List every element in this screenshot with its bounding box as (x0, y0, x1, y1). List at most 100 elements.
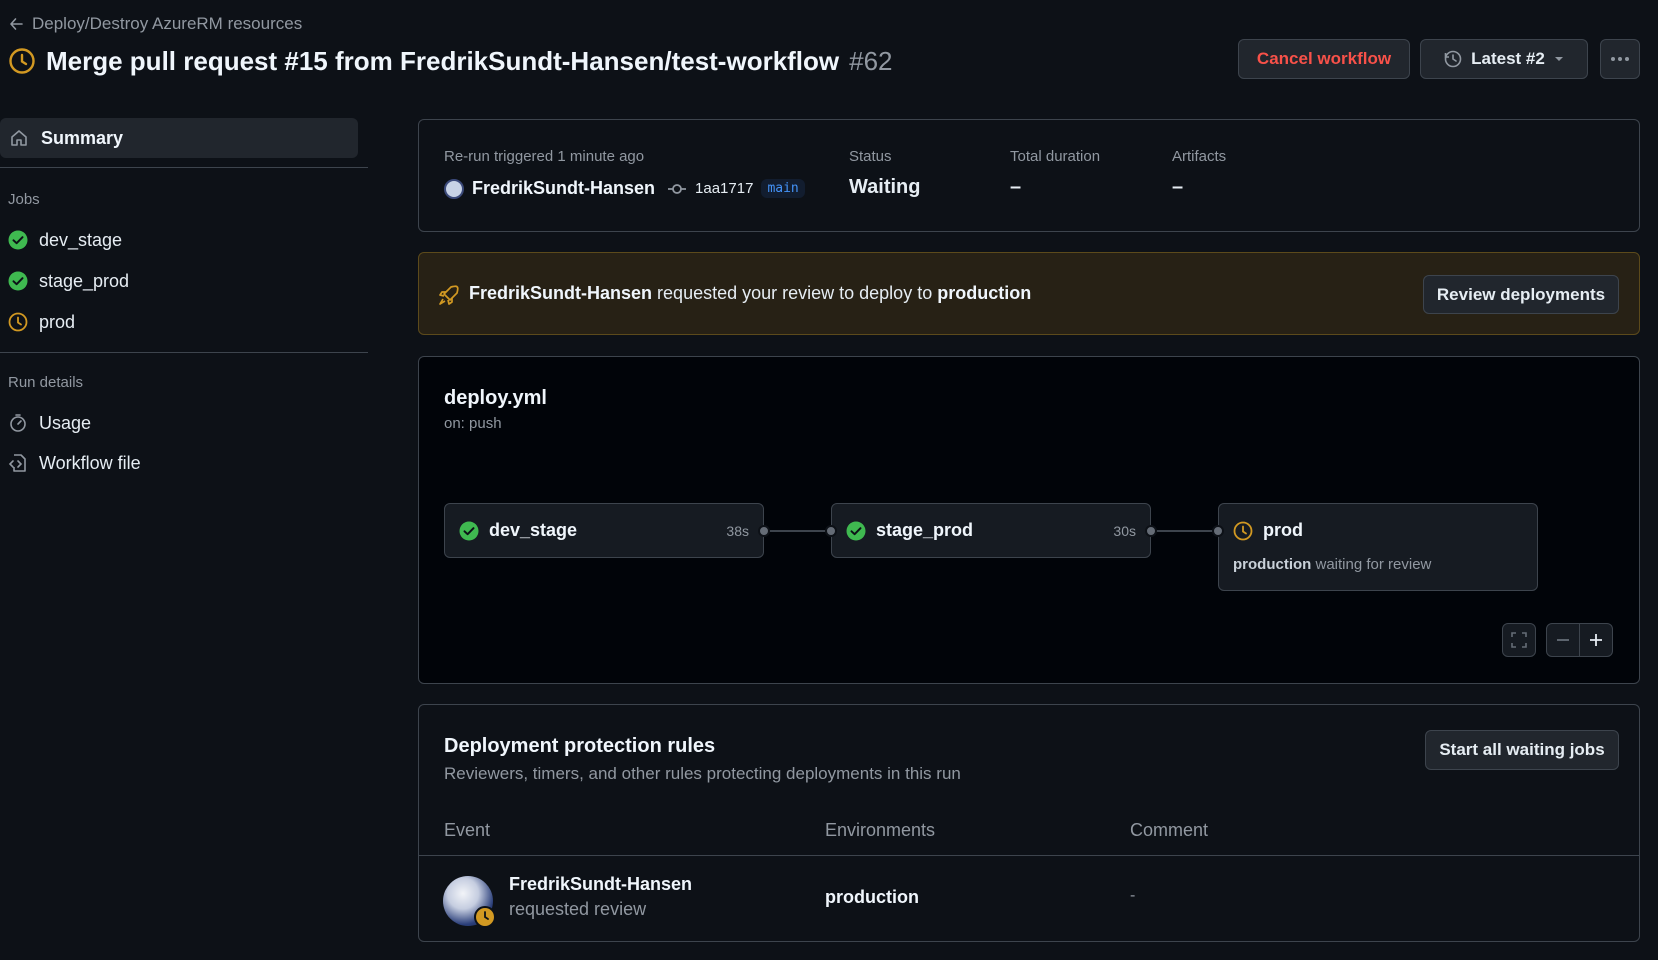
review-request-text: FredrikSundt-Hansen requested your revie… (469, 283, 1031, 304)
duration-value: – (1010, 176, 1022, 198)
start-all-waiting-jobs-label: Start all waiting jobs (1439, 740, 1605, 759)
column-header-comment: Comment (1130, 820, 1209, 840)
check-circle-icon (459, 521, 479, 541)
sidebar-job-dev-stage[interactable]: dev_stage (8, 225, 122, 255)
review-deployments-label: Review deployments (1436, 284, 1606, 304)
status-value: Waiting (849, 176, 921, 198)
git-commit-icon (668, 183, 687, 194)
rocket-icon (439, 285, 459, 305)
job-status-note: waiting for review (1315, 556, 1432, 573)
attempt-select-label: Latest #2 (1471, 49, 1545, 68)
sidebar-job-label: dev_stage (39, 229, 123, 250)
job-node-prod[interactable]: prod production waiting for review (1218, 503, 1538, 591)
trigger-info: Re-run triggered 1 minute ago (444, 148, 645, 165)
start-all-waiting-jobs-button[interactable]: Start all waiting jobs (1425, 730, 1619, 770)
plus-icon (1590, 634, 1602, 646)
sidebar-job-label: stage_prod (39, 270, 130, 291)
page-title: Merge pull request #15 from FredrikSundt… (8, 42, 893, 80)
commit-sha[interactable]: 1aa1717 (695, 180, 753, 197)
run-title: Merge pull request #15 from FredrikSundt… (46, 45, 840, 76)
sidebar-jobs-heading: Jobs (8, 191, 40, 208)
check-circle-icon (8, 271, 28, 291)
sidebar-run-details-heading: Run details (8, 374, 84, 391)
column-header-event: Event (444, 820, 491, 840)
clock-icon (1233, 521, 1253, 541)
history-icon (1444, 50, 1462, 68)
file-code-icon (8, 454, 26, 472)
artifacts-value: – (1172, 176, 1184, 198)
actor-name[interactable]: FredrikSundt-Hansen (472, 178, 655, 199)
job-name: stage_prod (876, 520, 974, 540)
row-event: requested review (509, 899, 647, 919)
home-icon (11, 130, 27, 146)
job-connector (764, 530, 832, 532)
review-request-banner: FredrikSundt-Hansen requested your revie… (418, 252, 1640, 335)
row-comment: - (1130, 887, 1136, 904)
workflow-trigger: on: push (444, 415, 502, 432)
avatar (443, 876, 496, 928)
review-deployments-button[interactable]: Review deployments (1423, 275, 1619, 314)
trigger-meta-row: FredrikSundt-Hansen 1aa1717 main (444, 178, 805, 199)
clock-icon (9, 48, 35, 74)
sidebar-item-usage[interactable]: Usage (8, 408, 91, 438)
connector-dot (825, 525, 837, 537)
deployment-protection-card: Deployment protection rules Reviewers, t… (418, 704, 1640, 942)
attempt-select-button[interactable]: Latest #2 (1420, 39, 1588, 79)
job-node-dev-stage[interactable]: dev_stage 38s (444, 503, 764, 558)
run-number: #62 (849, 45, 893, 76)
sidebar-job-stage-prod[interactable]: stage_prod (8, 266, 129, 296)
clock-icon (8, 312, 28, 332)
artifacts-label: Artifacts (1172, 148, 1227, 165)
workflow-file-name[interactable]: deploy.yml (444, 387, 547, 410)
job-name: prod (1263, 520, 1303, 540)
breadcrumb[interactable]: Deploy/Destroy AzureRM resources (8, 12, 302, 36)
cancel-workflow-button[interactable]: Cancel workflow (1238, 39, 1410, 79)
status-label: Status (849, 148, 892, 165)
branch-tag[interactable]: main (761, 179, 805, 198)
connector-dot (1212, 525, 1224, 537)
table-row: FredrikSundt-Hansen requested review pro… (419, 856, 1639, 941)
duration-label: Total duration (1010, 148, 1101, 165)
minus-icon (1557, 639, 1569, 641)
sidebar-summary-label: Summary (41, 127, 124, 148)
sidebar-divider (0, 352, 368, 353)
review-environment: production (937, 283, 1032, 303)
column-header-environments: Environments (825, 820, 936, 840)
connector-dot (758, 525, 770, 537)
arrow-left-icon (10, 18, 23, 30)
job-connector (1151, 530, 1219, 532)
sidebar-job-prod[interactable]: prod (8, 307, 75, 337)
sidebar-workflow-file-label: Workflow file (39, 452, 141, 473)
check-circle-icon (846, 521, 866, 541)
trigger-time: 1 minute ago (557, 148, 645, 165)
row-actor[interactable]: FredrikSundt-Hansen (509, 874, 692, 895)
job-node-stage-prod[interactable]: stage_prod 30s (831, 503, 1151, 558)
review-text: requested your review to deploy to (657, 283, 933, 303)
job-waiting-note: production waiting for review (1233, 556, 1431, 573)
cancel-workflow-label: Cancel workflow (1256, 49, 1392, 68)
review-actor[interactable]: FredrikSundt-Hansen (469, 283, 652, 303)
sidebar-usage-label: Usage (39, 412, 92, 433)
clock-badge-icon (474, 906, 496, 928)
actor-avatar (444, 178, 464, 199)
zoom-out-button[interactable] (1546, 623, 1580, 657)
breadcrumb-label[interactable]: Deploy/Destroy AzureRM resources (32, 14, 302, 34)
check-circle-icon (8, 230, 28, 250)
kebab-horizontal-icon (1611, 57, 1629, 61)
fullscreen-icon (1511, 632, 1527, 648)
workflow-graph: deploy.yml on: push dev_stage 38s stage_… (418, 356, 1640, 684)
sidebar-divider (0, 167, 368, 168)
sidebar-job-label: prod (39, 311, 76, 332)
zoom-in-button[interactable] (1579, 623, 1613, 657)
sidebar-item-summary[interactable]: Summary (0, 118, 358, 158)
connector-dot (1145, 525, 1157, 537)
protection-subtitle: Reviewers, timers, and other rules prote… (444, 764, 961, 783)
row-environment: production (825, 887, 919, 907)
caret-down-icon (1554, 57, 1563, 61)
fullscreen-button[interactable] (1502, 623, 1536, 657)
sidebar-item-workflow-file[interactable]: Workflow file (8, 448, 141, 478)
job-duration: 30s (1113, 523, 1136, 539)
protection-title: Deployment protection rules (444, 735, 716, 757)
more-options-button[interactable] (1600, 39, 1640, 79)
job-name: dev_stage (489, 520, 578, 540)
